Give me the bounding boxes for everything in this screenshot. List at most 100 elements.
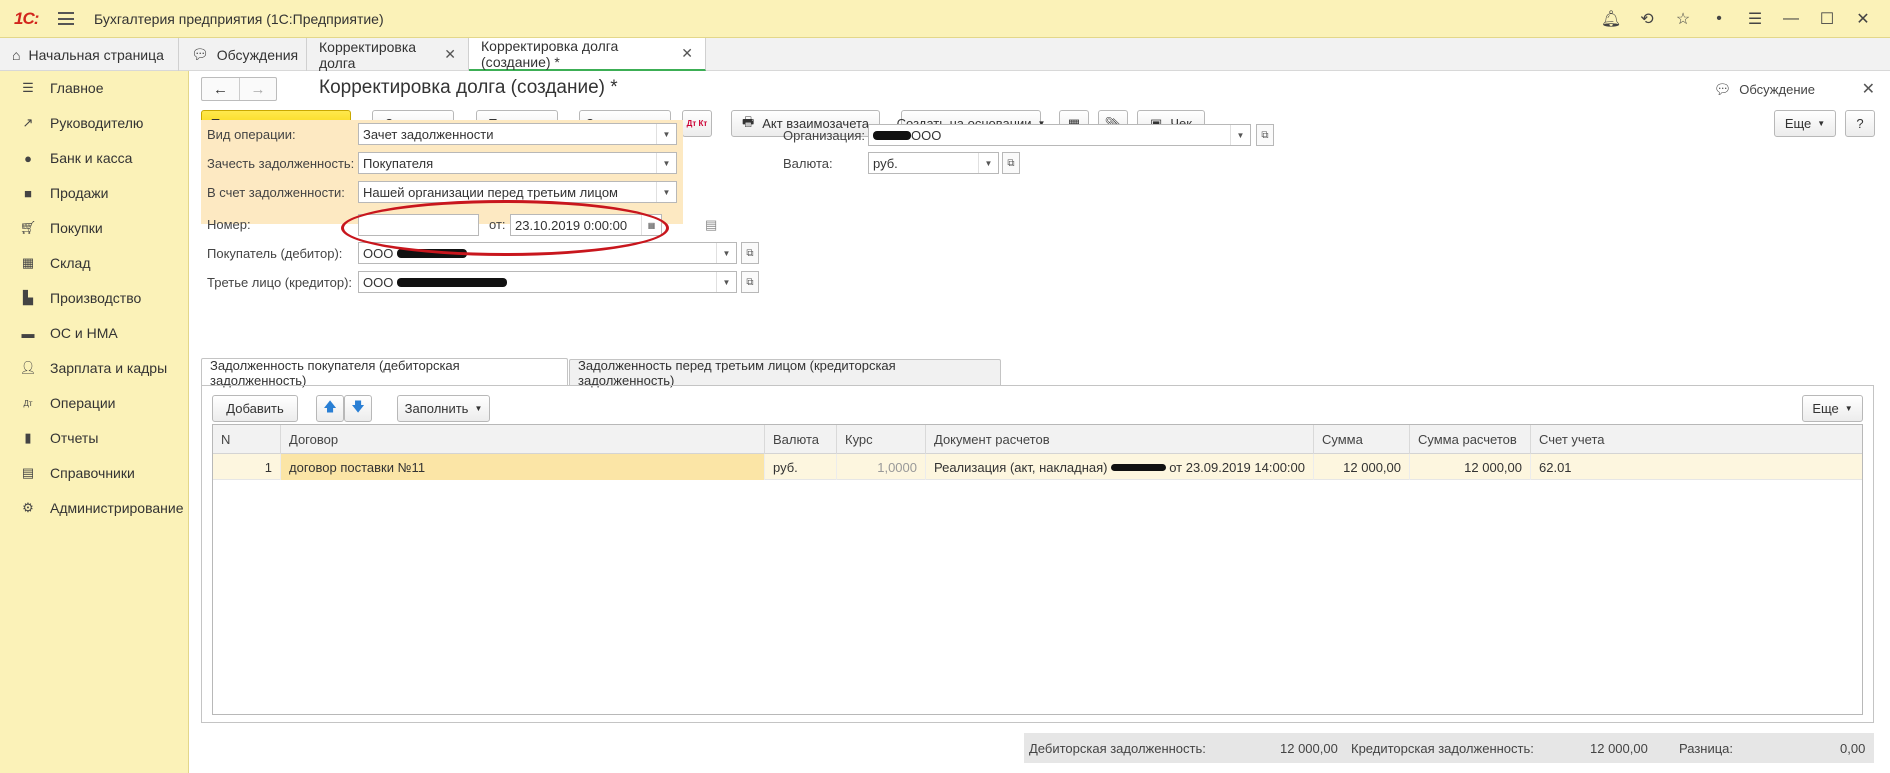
chevron-down-icon[interactable]: ▼ xyxy=(656,124,676,144)
tab-label: Корректировка долга xyxy=(319,38,417,71)
col-header-settle-amount[interactable]: Сумма расчетов xyxy=(1410,425,1531,454)
redacted-text xyxy=(396,248,467,258)
currency-select[interactable]: руб. ▼ xyxy=(868,152,999,174)
operation-type-value: Зачет задолженности xyxy=(363,126,494,142)
redacted-text xyxy=(873,130,911,140)
minimize-icon[interactable]: — xyxy=(1778,6,1804,32)
cell-account[interactable]: 62.01 xyxy=(1531,454,1862,480)
tab-third-party-debt[interactable]: Задолженность перед третьим лицом (креди… xyxy=(569,358,1001,388)
cell-rate[interactable]: 1,0000 xyxy=(837,454,926,480)
sidebar-item-references[interactable]: ▤ Справочники xyxy=(0,456,189,490)
operation-type-select[interactable]: Зачет задолженности ▼ xyxy=(358,123,677,145)
tab-discussions[interactable]: 💬︎ Обсуждения xyxy=(179,38,307,71)
back-arrow-icon[interactable]: ← xyxy=(202,78,239,100)
cell-settle-amount[interactable]: 12 000,00 xyxy=(1410,454,1531,480)
currency-label: Валюта: xyxy=(783,156,833,171)
col-header-n[interactable]: N xyxy=(213,425,281,454)
sidebar-item-purchases[interactable]: 🛒︎ Покупки xyxy=(0,211,189,245)
sidebar-item-sales[interactable]: ■ Продажи xyxy=(0,176,189,210)
chevron-down-icon[interactable]: ▼ xyxy=(656,182,676,202)
tab-buyer-debt[interactable]: Задолженность покупателя (дебиторская за… xyxy=(201,358,568,388)
main-menu-icon[interactable] xyxy=(58,12,74,25)
close-tab-icon[interactable]: ✕ xyxy=(444,46,456,63)
sidebar-item-label: Операции xyxy=(50,395,116,411)
bell-icon[interactable]: 🔔︎ xyxy=(1598,6,1624,32)
chevron-down-icon[interactable]: ▼ xyxy=(716,272,736,292)
sidebar-item-director[interactable]: ↗ Руководителю xyxy=(0,106,189,140)
offset-debt-select[interactable]: Покупателя ▼ xyxy=(358,152,677,174)
col-header-account[interactable]: Счет учета xyxy=(1531,425,1862,454)
table-fill-button[interactable]: Заполнить ▼ xyxy=(397,395,490,422)
cell-currency[interactable]: руб. xyxy=(765,454,837,480)
maximize-icon[interactable]: ☐ xyxy=(1814,6,1840,32)
comment-icon[interactable]: ▤ xyxy=(705,217,717,233)
sidebar-item-payroll[interactable]: 👤︎ Зарплата и кадры xyxy=(0,351,189,385)
col-header-currency[interactable]: Валюта xyxy=(765,425,837,454)
table-more-button[interactable]: Еще ▼ xyxy=(1802,395,1863,422)
dot-icon[interactable]: • xyxy=(1706,6,1732,32)
dt-kt-icon: Дт xyxy=(23,398,33,408)
sidebar-item-warehouse[interactable]: ▦ Склад xyxy=(0,246,189,280)
sidebar-item-admin[interactable]: ⚙ Администрирование xyxy=(0,491,189,525)
chevron-down-icon[interactable]: ▼ xyxy=(656,153,676,173)
close-tab-icon[interactable]: ✕ xyxy=(681,45,693,62)
organization-select[interactable]: ООО ▼ xyxy=(868,124,1251,146)
sidebar-item-reports[interactable]: ▮ Отчеты xyxy=(0,421,189,455)
against-debt-value: Нашей организации перед третьим лицом xyxy=(363,184,618,200)
third-party-select[interactable]: ООО ▼ xyxy=(358,271,737,293)
chevron-down-icon[interactable]: ▼ xyxy=(978,153,998,173)
chevron-down-icon: ▼ xyxy=(1844,404,1853,413)
history-icon[interactable]: ⟲ xyxy=(1634,6,1660,32)
settings-menu-icon[interactable]: ☰ xyxy=(1742,6,1768,32)
date-input[interactable]: 23.10.2019 0:00:00 ▦ xyxy=(510,214,662,236)
buyer-select[interactable]: ООО ▼ xyxy=(358,242,737,264)
cell-amount[interactable]: 12 000,00 xyxy=(1314,454,1410,480)
operation-type-label: Вид операции: xyxy=(207,127,296,142)
sidebar-item-assets[interactable]: ▬ ОС и НМА xyxy=(0,316,189,350)
tab-debt-correction[interactable]: Корректировка долга ✕ xyxy=(307,38,469,71)
tab-debt-correction-create[interactable]: Корректировка долга (создание) * ✕ xyxy=(469,38,706,71)
home-icon: ⌂ xyxy=(12,46,21,63)
dt-kt-button[interactable]: Дт Кт xyxy=(682,110,712,137)
col-header-amount[interactable]: Сумма xyxy=(1314,425,1410,454)
cell-contract[interactable]: договор поставки №11 xyxy=(281,454,765,480)
forward-arrow-icon[interactable]: → xyxy=(238,78,276,100)
book-icon: ▤ xyxy=(21,465,35,480)
sidebar-item-production[interactable]: ▙ Производство xyxy=(0,281,189,315)
cell-n[interactable]: 1 xyxy=(213,454,281,480)
close-form-icon[interactable]: ✕ xyxy=(1862,79,1875,99)
against-debt-select[interactable]: Нашей организации перед третьим лицом ▼ xyxy=(358,181,677,203)
number-input[interactable] xyxy=(358,214,479,236)
help-button[interactable]: ? xyxy=(1845,110,1875,137)
col-header-document[interactable]: Документ расчетов xyxy=(926,425,1314,454)
coin-icon: ● xyxy=(24,150,32,166)
col-header-contract[interactable]: Договор xyxy=(281,425,765,454)
sidebar-item-bank[interactable]: ● Банк и касса xyxy=(0,141,189,175)
discussion-link[interactable]: 💬︎ Обсуждение xyxy=(1713,81,1815,98)
move-up-icon[interactable]: 🡅 xyxy=(316,395,344,422)
calendar-icon[interactable]: ▦ xyxy=(641,215,661,235)
chevron-down-icon: ▼ xyxy=(1817,119,1826,128)
open-icon[interactable]: ⧉ xyxy=(1002,152,1020,174)
totals-bar: Дебиторская задолженность: 12 000,00 Кре… xyxy=(1024,733,1874,763)
open-icon[interactable]: ⧉ xyxy=(741,242,759,264)
tab-home[interactable]: ⌂ Начальная страница xyxy=(0,38,179,71)
add-row-button[interactable]: Добавить xyxy=(212,395,298,422)
sidebar-item-operations[interactable]: Дт Операции xyxy=(0,386,189,420)
open-icon[interactable]: ⧉ xyxy=(1256,124,1274,146)
col-header-rate[interactable]: Курс xyxy=(837,425,926,454)
close-window-icon[interactable]: ✕ xyxy=(1850,6,1876,32)
favorites-star-icon[interactable]: ☆ xyxy=(1670,6,1696,32)
open-icon[interactable]: ⧉ xyxy=(741,271,759,293)
move-down-icon[interactable]: 🡇 xyxy=(344,395,372,422)
more-button[interactable]: Еще ▼ xyxy=(1774,110,1836,137)
cell-document[interactable]: Реализация (акт, накладная) от 23.09.201… xyxy=(926,454,1314,480)
sidebar-item-main[interactable]: ☰ Главное xyxy=(0,71,189,105)
document-type: Реализация (акт, накладная) xyxy=(934,459,1108,475)
chevron-down-icon[interactable]: ▼ xyxy=(1230,125,1250,145)
title-bar: 1С: Бухгалтерия предприятия (1С:Предприя… xyxy=(0,0,1890,38)
redacted-text xyxy=(1111,463,1166,471)
chevron-down-icon[interactable]: ▼ xyxy=(716,243,736,263)
sidebar-item-label: ОС и НМА xyxy=(50,325,118,341)
table-row[interactable]: 1 договор поставки №11 руб. 1,0000 Реали… xyxy=(213,454,1862,480)
